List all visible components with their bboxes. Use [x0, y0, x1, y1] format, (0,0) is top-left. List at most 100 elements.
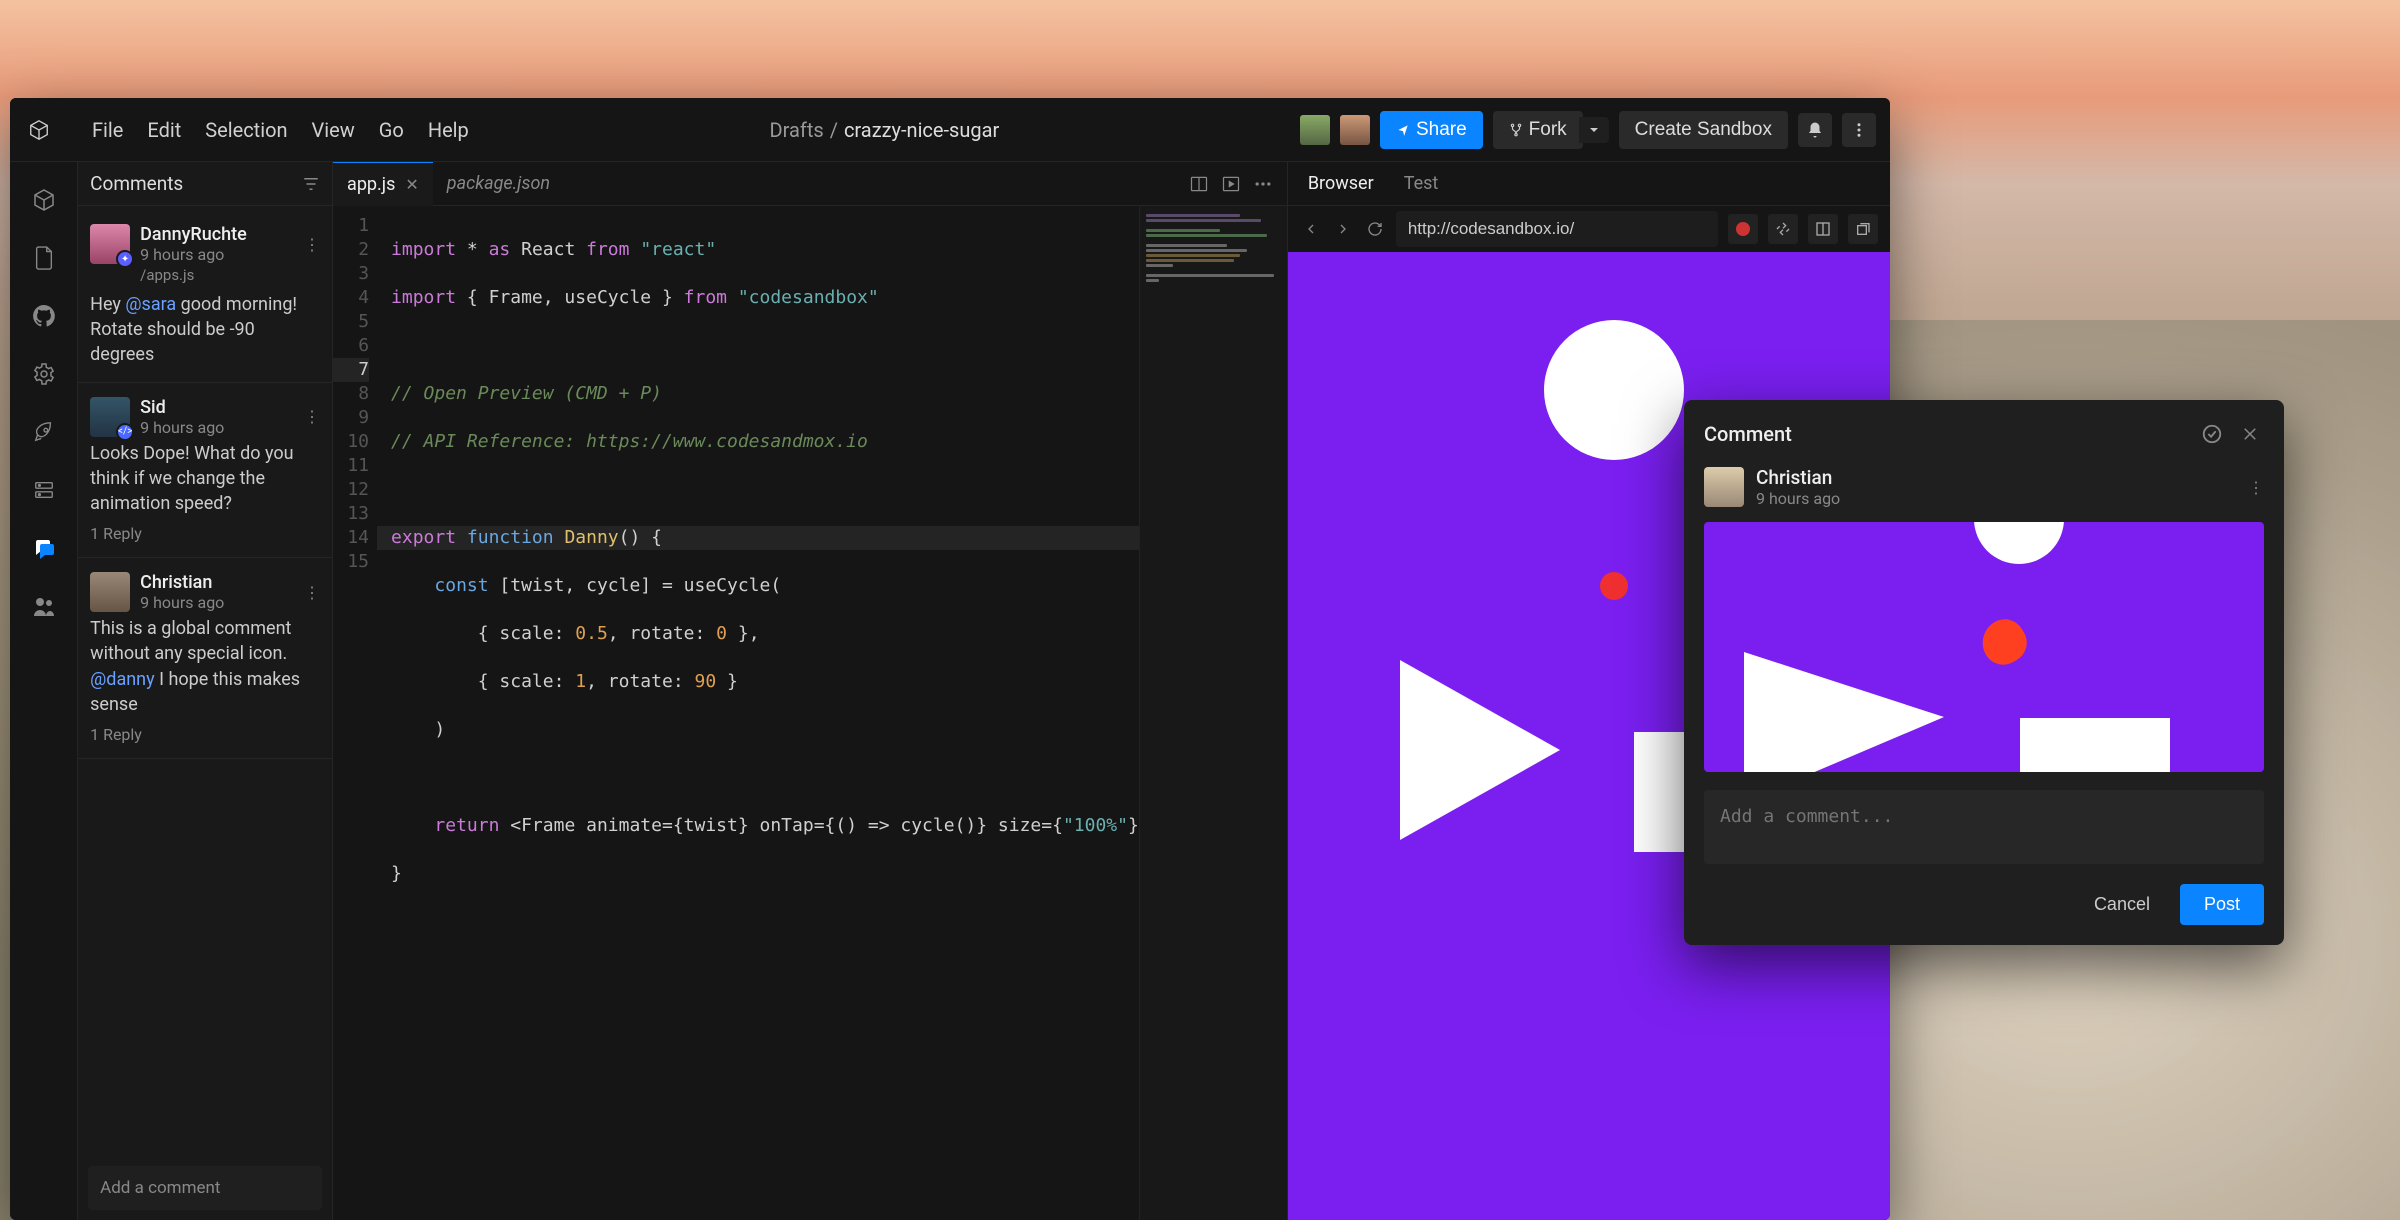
create-sandbox-button[interactable]: Create Sandbox	[1619, 111, 1788, 149]
fork-label: Fork	[1529, 119, 1567, 141]
menu-selection[interactable]: Selection	[205, 118, 287, 142]
reply-count[interactable]: 1 Reply	[90, 725, 320, 744]
comment-card[interactable]: Christian 9 hours ago ⋮ This is a global…	[78, 558, 332, 759]
url-input[interactable]	[1396, 211, 1718, 247]
new-window-icon[interactable]	[1848, 214, 1878, 244]
rail-server-icon[interactable]	[30, 476, 58, 504]
shape-dot	[1600, 572, 1628, 600]
preview-tab-test[interactable]: Test	[1404, 173, 1439, 194]
activity-bar	[10, 162, 78, 1220]
comments-filter-icon[interactable]	[302, 175, 320, 193]
breadcrumb-sep: /	[830, 118, 838, 142]
rail-github-icon[interactable]	[30, 302, 58, 330]
rail-sandbox-icon[interactable]	[30, 186, 58, 214]
fork-button[interactable]: Fork	[1493, 111, 1583, 149]
app-window: File Edit Selection View Go Help Drafts …	[10, 98, 1890, 1220]
shape-circle	[1974, 522, 2064, 564]
modal-menu-icon[interactable]: ⋮	[2248, 478, 2264, 497]
tab-package-json[interactable]: package.json	[433, 162, 564, 206]
close-icon[interactable]	[2236, 420, 2264, 448]
comment-menu-icon[interactable]: ⋮	[304, 407, 320, 426]
reply-count[interactable]: 1 Reply	[90, 524, 320, 543]
shape-triangle	[1744, 652, 1944, 772]
shape-drop	[1974, 612, 2034, 672]
resolve-icon[interactable]	[2198, 420, 2226, 448]
menu-items: File Edit Selection View Go Help	[92, 118, 469, 142]
minimap[interactable]	[1139, 206, 1287, 1220]
nav-refresh-icon[interactable]	[1364, 218, 1386, 240]
tab-app-js[interactable]: app.js ✕	[333, 162, 433, 206]
avatar-badge-icon: ✦	[116, 250, 134, 268]
comment-body: Hey @sara good morning! Rotate should be…	[90, 292, 320, 368]
comment-body: Looks Dope! What do you think if we chan…	[90, 441, 320, 517]
shape-circle	[1544, 320, 1684, 460]
responsive-icon[interactable]	[1768, 214, 1798, 244]
mention[interactable]: @danny	[90, 669, 155, 690]
comment-modal: Comment Christian 9 hours ago ⋮ Cancel P…	[1684, 400, 2284, 945]
comment-card[interactable]: ✦ DannyRuchte 9 hours ago ⋮ /apps.js Hey…	[78, 210, 332, 383]
comment-menu-icon[interactable]: ⋮	[304, 235, 320, 254]
comment-path: /apps.js	[140, 266, 320, 284]
cancel-button[interactable]: Cancel	[2078, 884, 2166, 925]
comment-card[interactable]: </> Sid 9 hours ago ⋮ Looks Dope! What d…	[78, 383, 332, 559]
avatar	[1704, 467, 1744, 507]
add-comment-input[interactable]: Add a comment	[88, 1166, 322, 1210]
breadcrumb: Drafts / crazzy-nice-sugar	[469, 118, 1300, 142]
collaborator-avatar-1[interactable]	[1300, 115, 1330, 145]
breadcrumb-current[interactable]: crazzy-nice-sugar	[844, 118, 999, 142]
editor-area: app.js ✕ package.json 123 456 789 101112…	[333, 162, 1287, 1220]
editor-more-icon[interactable]	[1247, 168, 1279, 200]
rail-settings-icon[interactable]	[30, 360, 58, 388]
app-logo-icon[interactable]	[24, 115, 54, 145]
notifications-icon[interactable]	[1798, 113, 1832, 147]
share-button[interactable]: Share	[1380, 111, 1483, 149]
collaborator-avatar-2[interactable]	[1340, 115, 1370, 145]
fork-dropdown-caret[interactable]	[1579, 117, 1609, 143]
avatar: ✦	[90, 224, 130, 264]
comment-menu-icon[interactable]: ⋮	[304, 583, 320, 602]
shape-triangle	[1400, 660, 1560, 840]
record-icon[interactable]	[1728, 214, 1758, 244]
menu-view[interactable]: View	[312, 118, 355, 142]
menubar: File Edit Selection View Go Help Drafts …	[10, 98, 1890, 162]
shape-rectangle	[2020, 718, 2170, 772]
line-gutter: 123 456 789 101112 131415	[333, 206, 377, 1220]
code-editor[interactable]: import * as React from "react" import { …	[377, 206, 1139, 1220]
editor-tabs: app.js ✕ package.json	[333, 162, 1287, 206]
menu-go[interactable]: Go	[379, 118, 404, 142]
close-icon[interactable]: ✕	[405, 175, 418, 194]
rail-live-icon[interactable]	[30, 592, 58, 620]
nav-forward-icon[interactable]	[1332, 218, 1354, 240]
mention[interactable]: @sara	[125, 294, 176, 315]
rail-file-icon[interactable]	[30, 244, 58, 272]
right-controls: Share Fork Create Sandbox	[1300, 111, 1876, 149]
comment-body: This is a global comment without any spe…	[90, 616, 320, 717]
modal-time: 9 hours ago	[1756, 489, 1840, 508]
comments-panel: Comments ✦ DannyRuchte 9 hours ago ⋮ /ap…	[78, 162, 333, 1220]
modal-author: Christian	[1756, 466, 1840, 489]
breadcrumb-prefix[interactable]: Drafts	[769, 118, 823, 142]
rail-deploy-icon[interactable]	[30, 418, 58, 446]
post-button[interactable]: Post	[2180, 884, 2264, 925]
menu-help[interactable]: Help	[428, 118, 469, 142]
layout-icon[interactable]	[1808, 214, 1838, 244]
split-editor-icon[interactable]	[1183, 168, 1215, 200]
comments-title: Comments	[90, 172, 183, 195]
rail-comments-icon[interactable]	[30, 534, 58, 562]
nav-back-icon[interactable]	[1300, 218, 1322, 240]
modal-title: Comment	[1704, 422, 2188, 446]
avatar-badge-icon: </>	[116, 423, 134, 441]
menu-edit[interactable]: Edit	[147, 118, 181, 142]
comment-time: 9 hours ago	[140, 418, 224, 437]
avatar: </>	[90, 397, 130, 437]
comment-author: DannyRuchte	[140, 224, 247, 245]
comment-time: 9 hours ago	[140, 245, 247, 264]
open-preview-icon[interactable]	[1215, 168, 1247, 200]
preview-tab-browser[interactable]: Browser	[1308, 173, 1374, 194]
comment-time: 9 hours ago	[140, 593, 224, 612]
menu-file[interactable]: File	[92, 118, 123, 142]
modal-preview-image	[1704, 522, 2264, 772]
modal-comment-input[interactable]	[1704, 790, 2264, 864]
more-menu-icon[interactable]	[1842, 113, 1876, 147]
avatar	[90, 572, 130, 612]
